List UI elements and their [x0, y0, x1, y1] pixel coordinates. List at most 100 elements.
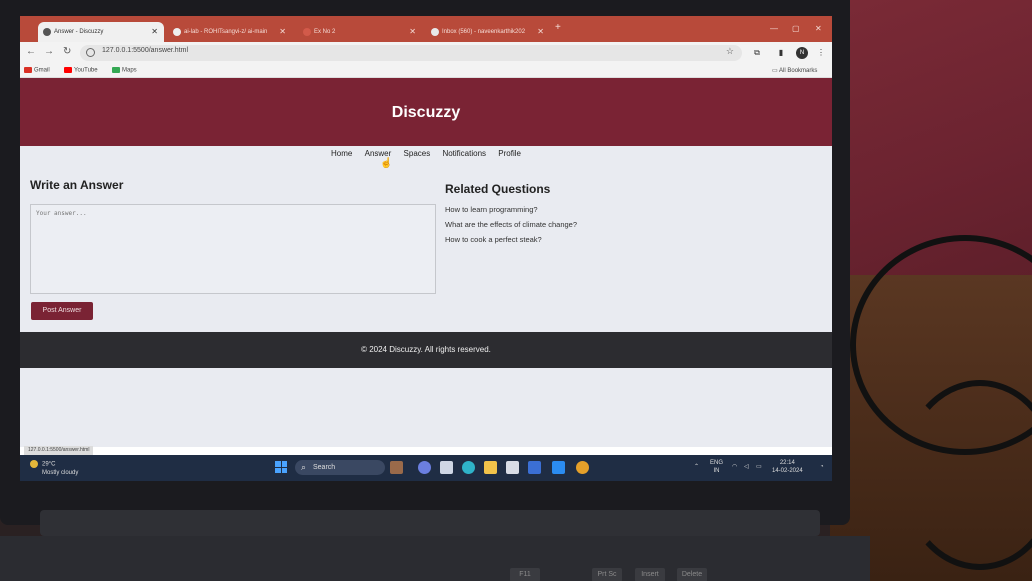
page-content: Discuzzy Home Answer Spaces Notification…: [20, 78, 832, 447]
key: Delete: [677, 568, 707, 581]
laptop-screen: Answer - Discuzzy ✕ ai-lab - ROHITsangvi…: [20, 16, 832, 481]
reload-icon[interactable]: ↻: [63, 46, 71, 57]
write-answer-heading: Write an Answer: [30, 178, 124, 192]
nav-spaces[interactable]: Spaces: [404, 149, 431, 158]
browser-toolbar: ← → ↻ 127.0.0.1:5500/answer.html ☆ ⧉ ▮ N…: [20, 42, 832, 64]
nav-profile[interactable]: Profile: [498, 149, 521, 158]
related-question-link[interactable]: How to cook a perfect steak?: [445, 235, 577, 244]
post-answer-button[interactable]: Post Answer: [31, 302, 93, 320]
all-bookmarks[interactable]: ▭ All Bookmarks: [772, 67, 817, 74]
bookmark-label: Maps: [122, 67, 137, 74]
menu-icon[interactable]: ⋮: [816, 48, 826, 58]
new-tab-icon[interactable]: +: [555, 22, 561, 33]
site-header: Discuzzy: [20, 78, 832, 146]
related-question-link[interactable]: How to learn programming?: [445, 205, 577, 214]
back-icon[interactable]: ←: [26, 46, 36, 57]
address-bar[interactable]: 127.0.0.1:5500/answer.html ☆: [80, 45, 742, 61]
lang-top: ENG: [710, 460, 724, 466]
copilot-icon[interactable]: [418, 461, 431, 474]
profile-avatar[interactable]: N: [796, 47, 808, 59]
related-question-link[interactable]: What are the effects of climate change?: [445, 220, 577, 229]
close-icon[interactable]: ✕: [151, 22, 158, 42]
bookmarks-bar: Gmail YouTube Maps ▭ All Bookmarks: [20, 64, 832, 78]
tab-label: ai-lab - ROHITsangvi-z/ ai-main: [184, 29, 268, 35]
site-info-icon[interactable]: [86, 48, 95, 57]
minimize-icon[interactable]: —: [770, 24, 778, 33]
taskbar-search[interactable]: Search: [295, 460, 385, 475]
tab-label: Ex No 2: [314, 29, 336, 35]
answer-textarea[interactable]: [30, 204, 436, 294]
weather-temp: 29°C: [42, 461, 56, 468]
footer-copyright: © 2024 Discuzzy. All rights reserved.: [361, 345, 491, 354]
maximize-icon[interactable]: ▢: [792, 24, 800, 33]
tab-exno2[interactable]: Ex No 2 ✕: [298, 22, 422, 42]
close-icon[interactable]: ✕: [537, 22, 544, 42]
gmail-icon: [431, 28, 439, 36]
address-url: 127.0.0.1:5500/answer.html: [102, 47, 189, 54]
key: F11: [510, 568, 540, 581]
weather-desc: Mostly cloudy: [42, 469, 79, 476]
bookmark-label: Gmail: [34, 67, 50, 74]
key: Prt Sc: [592, 568, 622, 581]
laptop-keyboard: [0, 536, 870, 581]
widgets-icon[interactable]: [390, 461, 403, 474]
file-explorer-icon[interactable]: [484, 461, 497, 474]
doc-icon: [303, 28, 311, 36]
nav-notifications[interactable]: Notifications: [442, 149, 486, 158]
windows-start-icon[interactable]: [275, 461, 287, 473]
site-footer: © 2024 Discuzzy. All rights reserved.: [20, 332, 832, 368]
github-icon: [173, 28, 181, 36]
site-title: Discuzzy: [391, 104, 461, 121]
tab-answer[interactable]: Answer - Discuzzy ✕: [38, 22, 164, 42]
weather-icon: [30, 460, 38, 468]
key: Insert: [635, 568, 665, 581]
favicon-icon: [43, 28, 51, 36]
tab-label: Answer - Discuzzy: [54, 29, 104, 35]
notification-bell-icon[interactable]: ◔: [820, 463, 824, 471]
vscode-icon[interactable]: [552, 461, 565, 474]
nav-answer[interactable]: Answer: [365, 149, 392, 158]
windows-taskbar: 29°C Mostly cloudy Search ⌃ ENG IN ◠ ◁ ▭…: [20, 455, 832, 481]
volume-icon[interactable]: ◁: [744, 463, 749, 471]
related-questions-heading: Related Questions: [445, 182, 551, 196]
all-bookmarks-label: All Bookmarks: [779, 68, 818, 74]
wifi-icon[interactable]: ◠: [732, 463, 737, 471]
close-icon[interactable]: ✕: [279, 22, 286, 42]
extensions-icon[interactable]: ⧉: [752, 48, 762, 58]
bookmark-youtube[interactable]: YouTube: [64, 67, 98, 74]
tray-chevron-icon[interactable]: ⌃: [694, 463, 699, 471]
browser-tab-strip: Answer - Discuzzy ✕ ai-lab - ROHITsangvi…: [20, 16, 832, 42]
close-icon[interactable]: ✕: [409, 22, 416, 42]
bookmark-maps[interactable]: Maps: [112, 67, 137, 74]
related-questions-list: How to learn programming? What are the e…: [445, 205, 577, 250]
tab-inbox[interactable]: Inbox (560) - naveenkarthik202 ✕: [426, 22, 550, 42]
terminal-icon[interactable]: [528, 461, 541, 474]
tab-github[interactable]: ai-lab - ROHITsangvi-z/ ai-main ✕: [168, 22, 292, 42]
status-bar-url: 127.0.0.1:5500/answer.html: [24, 446, 94, 455]
site-nav: Home Answer Spaces Notifications Profile: [20, 149, 832, 163]
battery-icon[interactable]: ▭: [756, 463, 762, 471]
task-view-icon[interactable]: [440, 461, 453, 474]
weather-widget[interactable]: 29°C Mostly cloudy: [30, 460, 78, 477]
maps-icon: [112, 67, 120, 73]
bookmark-star-icon[interactable]: ☆: [726, 46, 734, 57]
lang-bottom: IN: [713, 468, 720, 474]
side-panel-icon[interactable]: ▮: [776, 48, 786, 58]
chrome-icon[interactable]: [576, 461, 589, 474]
store-icon[interactable]: [506, 461, 519, 474]
gmail-icon: [24, 67, 32, 73]
bookmark-label: YouTube: [74, 67, 98, 74]
clock-time: 22:14: [779, 460, 795, 466]
tab-label: Inbox (560) - naveenkarthik202: [442, 29, 526, 35]
clock-date: 14-02-2024: [772, 468, 803, 474]
language-indicator[interactable]: ENG IN: [710, 459, 723, 475]
window-close-icon[interactable]: ✕: [815, 24, 822, 33]
youtube-icon: [64, 67, 72, 73]
nav-home[interactable]: Home: [331, 149, 352, 158]
bookmark-gmail[interactable]: Gmail: [24, 67, 50, 74]
hand-cursor-icon: ☝: [380, 158, 393, 169]
clock[interactable]: 22:14 14-02-2024: [772, 459, 803, 475]
forward-icon[interactable]: →: [44, 46, 54, 57]
laptop-hinge: [40, 510, 820, 536]
edge-icon[interactable]: [462, 461, 475, 474]
